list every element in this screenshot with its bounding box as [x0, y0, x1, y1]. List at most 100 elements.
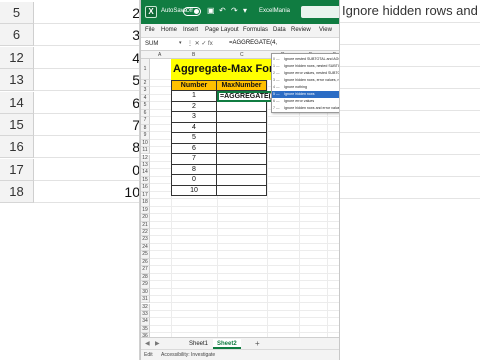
scroll-left-icon[interactable]: ◀	[145, 340, 150, 347]
tab-formulas[interactable]: Formulas	[243, 27, 268, 33]
max-number-cell[interactable]	[217, 112, 267, 123]
max-number-cell[interactable]	[217, 122, 267, 133]
max-number-cell[interactable]	[217, 101, 267, 112]
number-cell[interactable]: 0	[171, 175, 217, 186]
row-header[interactable]: 31	[141, 296, 150, 304]
tab-view[interactable]: View	[319, 27, 332, 33]
row-header[interactable]: 11	[141, 147, 150, 155]
excel-logo-icon: X	[145, 6, 157, 18]
tab-file[interactable]: File	[145, 27, 155, 33]
row-header[interactable]: 1	[141, 59, 150, 80]
row-header[interactable]: 7	[141, 117, 150, 125]
max-number-cell[interactable]	[217, 185, 267, 196]
grid-row	[150, 311, 339, 319]
row-header[interactable]: 16	[141, 184, 150, 192]
row-header[interactable]: 32	[141, 303, 150, 311]
max-number-cell[interactable]	[217, 175, 267, 186]
row-header[interactable]: 34	[141, 318, 150, 326]
customize-toolbar-icon[interactable]: ▾	[243, 6, 247, 16]
autosave-toggle[interactable]: Off	[183, 7, 201, 16]
row-header[interactable]: 23	[141, 236, 150, 244]
tab-page-layout[interactable]: Page Layout	[205, 27, 239, 33]
dropdown-option[interactable]: 6 — Ignore error values	[272, 98, 339, 105]
max-number-cell[interactable]	[217, 143, 267, 154]
header-max-cell[interactable]: MaxNumber	[216, 80, 267, 91]
add-sheet-button[interactable]: +	[255, 339, 260, 349]
formula-input[interactable]: =AGGREGATE(4,	[229, 40, 277, 46]
row-header[interactable]: 13	[141, 161, 150, 170]
undo-icon[interactable]: ↶	[219, 6, 226, 16]
row-header[interactable]: 15	[141, 176, 150, 185]
row-header[interactable]: 22	[141, 229, 150, 237]
row-header[interactable]: 4	[141, 94, 150, 103]
row-header[interactable]: 25	[141, 251, 150, 259]
row-header[interactable]: 24	[141, 243, 150, 252]
row-header[interactable]: 33	[141, 310, 150, 319]
background-gridline	[340, 66, 480, 67]
row-header[interactable]: 5	[141, 102, 150, 110]
dropdown-option[interactable]: 0 — Ignore nested SUBTOTAL and AGGREGATE …	[272, 56, 339, 63]
row-header[interactable]: 18	[141, 199, 150, 207]
dropdown-option[interactable]: 1 — Ignore hidden rows, nested SUBTOTAL a…	[272, 63, 339, 70]
number-cell[interactable]: 6	[171, 143, 217, 154]
number-cell[interactable]: 5	[171, 133, 217, 144]
column-header-a[interactable]: A	[158, 51, 161, 59]
max-number-cell[interactable]	[217, 133, 267, 144]
formula-bar-icons[interactable]: ⋮ ✕ ✓ fx	[187, 40, 213, 47]
column-header-b[interactable]: B	[192, 51, 195, 59]
number-cell[interactable]: 10	[171, 185, 217, 196]
background-cell-value: 2	[34, 2, 140, 24]
row-header[interactable]: 20	[141, 214, 150, 222]
number-cell[interactable]: 7	[171, 154, 217, 165]
dropdown-option[interactable]: 2 — Ignore error values, nested SUBTOTAL …	[272, 70, 339, 77]
number-cell[interactable]: 3	[171, 112, 217, 123]
dropdown-option[interactable]: 3 — Ignore hidden rows, error values, nes…	[272, 77, 339, 84]
accessibility-status[interactable]: Accessibility: Investigate	[161, 352, 215, 358]
tab-data[interactable]: Data	[273, 27, 286, 33]
tab-home[interactable]: Home	[161, 27, 177, 33]
row-header[interactable]: 9	[141, 132, 150, 140]
number-cell[interactable]: 4	[171, 122, 217, 133]
tab-insert[interactable]: Insert	[183, 27, 198, 33]
row-header[interactable]: 19	[141, 206, 150, 215]
number-cell[interactable]: 2	[171, 101, 217, 112]
row-header[interactable]: 8	[141, 124, 150, 133]
max-number-cell[interactable]	[217, 164, 267, 175]
grid-row	[150, 304, 339, 311]
save-icon[interactable]: ▣	[207, 6, 215, 16]
tab-review[interactable]: Review	[291, 27, 311, 33]
max-number-cell[interactable]	[217, 154, 267, 165]
dropdown-option[interactable]: 5 — Ignore hidden rows	[272, 91, 339, 98]
row-header[interactable]: 35	[141, 325, 150, 334]
scroll-right-icon[interactable]: ▶	[155, 340, 160, 347]
row-header[interactable]: 21	[141, 221, 150, 229]
dropdown-option[interactable]: 7 — Ignore hidden rows and error values	[272, 105, 339, 112]
header-number-cell[interactable]: Number	[171, 80, 217, 91]
row-header[interactable]: 14	[141, 169, 150, 177]
grid-row	[150, 274, 339, 282]
number-cell[interactable]: 8	[171, 164, 217, 175]
name-box[interactable]: SUM	[143, 40, 183, 49]
column-header-c[interactable]: C	[240, 51, 244, 59]
redo-icon[interactable]: ↷	[231, 6, 238, 16]
row-header[interactable]: 17	[141, 191, 150, 200]
row-header[interactable]: 12	[141, 154, 150, 162]
row-header[interactable]: 26	[141, 258, 150, 267]
tab-sheet1[interactable]: Sheet1	[185, 339, 212, 349]
search-box[interactable]	[301, 6, 339, 18]
row-header[interactable]: 30	[141, 288, 150, 297]
row-header[interactable]: 3	[141, 87, 150, 95]
active-edit-cell[interactable]: =AGGREGATE(4,	[217, 91, 275, 102]
row-header[interactable]: 6	[141, 109, 150, 118]
row-header[interactable]: 28	[141, 273, 150, 282]
dropdown-option[interactable]: 4 — Ignore nothing	[272, 84, 339, 91]
tab-sheet2[interactable]: Sheet2	[213, 339, 241, 349]
row-header[interactable]: 2	[141, 80, 150, 88]
background-hint-text: Ignore hidden rows and error	[342, 3, 480, 18]
row-header[interactable]: 10	[141, 139, 150, 148]
row-header[interactable]: 29	[141, 281, 150, 289]
chevron-down-icon[interactable]: ▾	[179, 40, 182, 46]
row-header[interactable]: 27	[141, 266, 150, 274]
file-name: ExcelMania	[259, 8, 291, 14]
number-cell[interactable]: 1	[171, 91, 217, 102]
